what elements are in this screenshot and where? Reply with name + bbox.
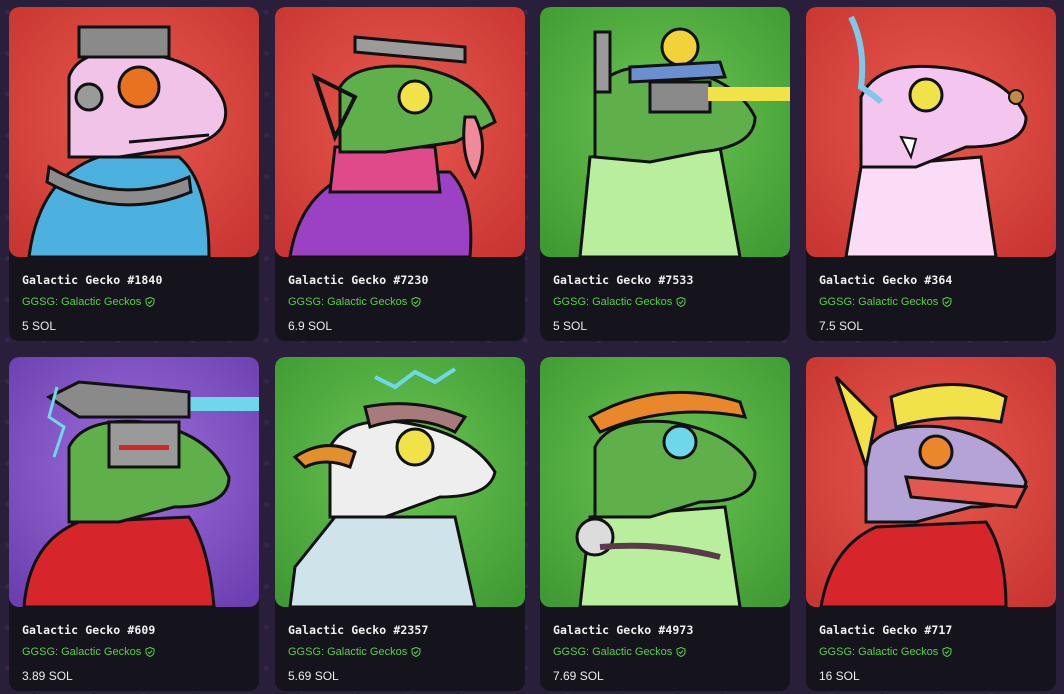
nft-card[interactable]: Galactic Gecko #364 GGSG: Galactic Gecko… (806, 7, 1056, 341)
nft-price: 3.89 SOL (22, 669, 73, 683)
collection-link[interactable]: GGSG: Galactic Geckos (22, 296, 155, 308)
nft-card-meta: Galactic Gecko #4973 GGSG: Galactic Geck… (540, 607, 790, 691)
verified-badge-icon (411, 647, 421, 657)
collection-name: GGSG: Galactic Geckos (288, 296, 408, 308)
nft-card-meta: Galactic Gecko #7230 GGSG: Galactic Geck… (275, 257, 525, 341)
collection-name: GGSG: Galactic Geckos (819, 646, 939, 658)
nft-name: Galactic Gecko #1840 (22, 273, 163, 287)
nft-card-meta: Galactic Gecko #364 GGSG: Galactic Gecko… (806, 257, 1056, 341)
verified-badge-icon (942, 647, 952, 657)
collection-name: GGSG: Galactic Geckos (819, 296, 939, 308)
nft-card[interactable]: Galactic Gecko #1840 GGSG: Galactic Geck… (9, 7, 259, 341)
nft-card[interactable]: Galactic Gecko #7533 GGSG: Galactic Geck… (540, 7, 790, 341)
nft-card-meta: Galactic Gecko #609 GGSG: Galactic Gecko… (9, 607, 259, 691)
nft-card-meta: Galactic Gecko #1840 GGSG: Galactic Geck… (9, 257, 259, 341)
collection-link[interactable]: GGSG: Galactic Geckos (819, 296, 952, 308)
nft-card[interactable]: Galactic Gecko #2357 GGSG: Galactic Geck… (275, 357, 525, 691)
nft-price: 5 SOL (553, 319, 588, 333)
nft-grid: Galactic Gecko #1840 GGSG: Galactic Geck… (0, 0, 1064, 694)
nft-artwork[interactable] (540, 7, 790, 257)
verified-badge-icon (676, 647, 686, 657)
collection-link[interactable]: GGSG: Galactic Geckos (553, 296, 686, 308)
nft-artwork[interactable] (806, 7, 1056, 257)
verified-badge-icon (411, 297, 421, 307)
nft-price: 7.5 SOL (819, 319, 864, 333)
nft-card-meta: Galactic Gecko #7533 GGSG: Galactic Geck… (540, 257, 790, 341)
collection-name: GGSG: Galactic Geckos (22, 296, 142, 308)
nft-price: 16 SOL (819, 669, 860, 683)
nft-card-meta: Galactic Gecko #2357 GGSG: Galactic Geck… (275, 607, 525, 691)
collection-name: GGSG: Galactic Geckos (22, 646, 142, 658)
nft-card-meta: Galactic Gecko #717 GGSG: Galactic Gecko… (806, 607, 1056, 691)
nft-artwork[interactable] (275, 7, 525, 257)
collection-link[interactable]: GGSG: Galactic Geckos (819, 646, 952, 658)
collection-link[interactable]: GGSG: Galactic Geckos (22, 646, 155, 658)
nft-name: Galactic Gecko #4973 (553, 623, 694, 637)
verified-badge-icon (145, 647, 155, 657)
nft-card[interactable]: Galactic Gecko #4973 GGSG: Galactic Geck… (540, 357, 790, 691)
nft-price: 6.9 SOL (288, 319, 333, 333)
nft-price: 5.69 SOL (288, 669, 339, 683)
collection-link[interactable]: GGSG: Galactic Geckos (288, 296, 421, 308)
collection-name: GGSG: Galactic Geckos (553, 646, 673, 658)
verified-badge-icon (145, 297, 155, 307)
nft-artwork[interactable] (540, 357, 790, 607)
nft-name: Galactic Gecko #7230 (288, 273, 429, 287)
nft-price: 7.69 SOL (553, 669, 604, 683)
nft-price: 5 SOL (22, 319, 57, 333)
nft-name: Galactic Gecko #7533 (553, 273, 694, 287)
nft-artwork[interactable] (806, 357, 1056, 607)
collection-link[interactable]: GGSG: Galactic Geckos (288, 646, 421, 658)
nft-name: Galactic Gecko #717 (819, 623, 953, 637)
nft-artwork[interactable] (275, 357, 525, 607)
collection-name: GGSG: Galactic Geckos (553, 296, 673, 308)
nft-name: Galactic Gecko #2357 (288, 623, 429, 637)
nft-name: Galactic Gecko #364 (819, 273, 953, 287)
nft-artwork[interactable] (9, 357, 259, 607)
nft-card[interactable]: Galactic Gecko #609 GGSG: Galactic Gecko… (9, 357, 259, 691)
nft-name: Galactic Gecko #609 (22, 623, 156, 637)
nft-artwork[interactable] (9, 7, 259, 257)
nft-card[interactable]: Galactic Gecko #717 GGSG: Galactic Gecko… (806, 357, 1056, 691)
verified-badge-icon (942, 297, 952, 307)
nft-card[interactable]: Galactic Gecko #7230 GGSG: Galactic Geck… (275, 7, 525, 341)
collection-name: GGSG: Galactic Geckos (288, 646, 408, 658)
verified-badge-icon (676, 297, 686, 307)
collection-link[interactable]: GGSG: Galactic Geckos (553, 646, 686, 658)
